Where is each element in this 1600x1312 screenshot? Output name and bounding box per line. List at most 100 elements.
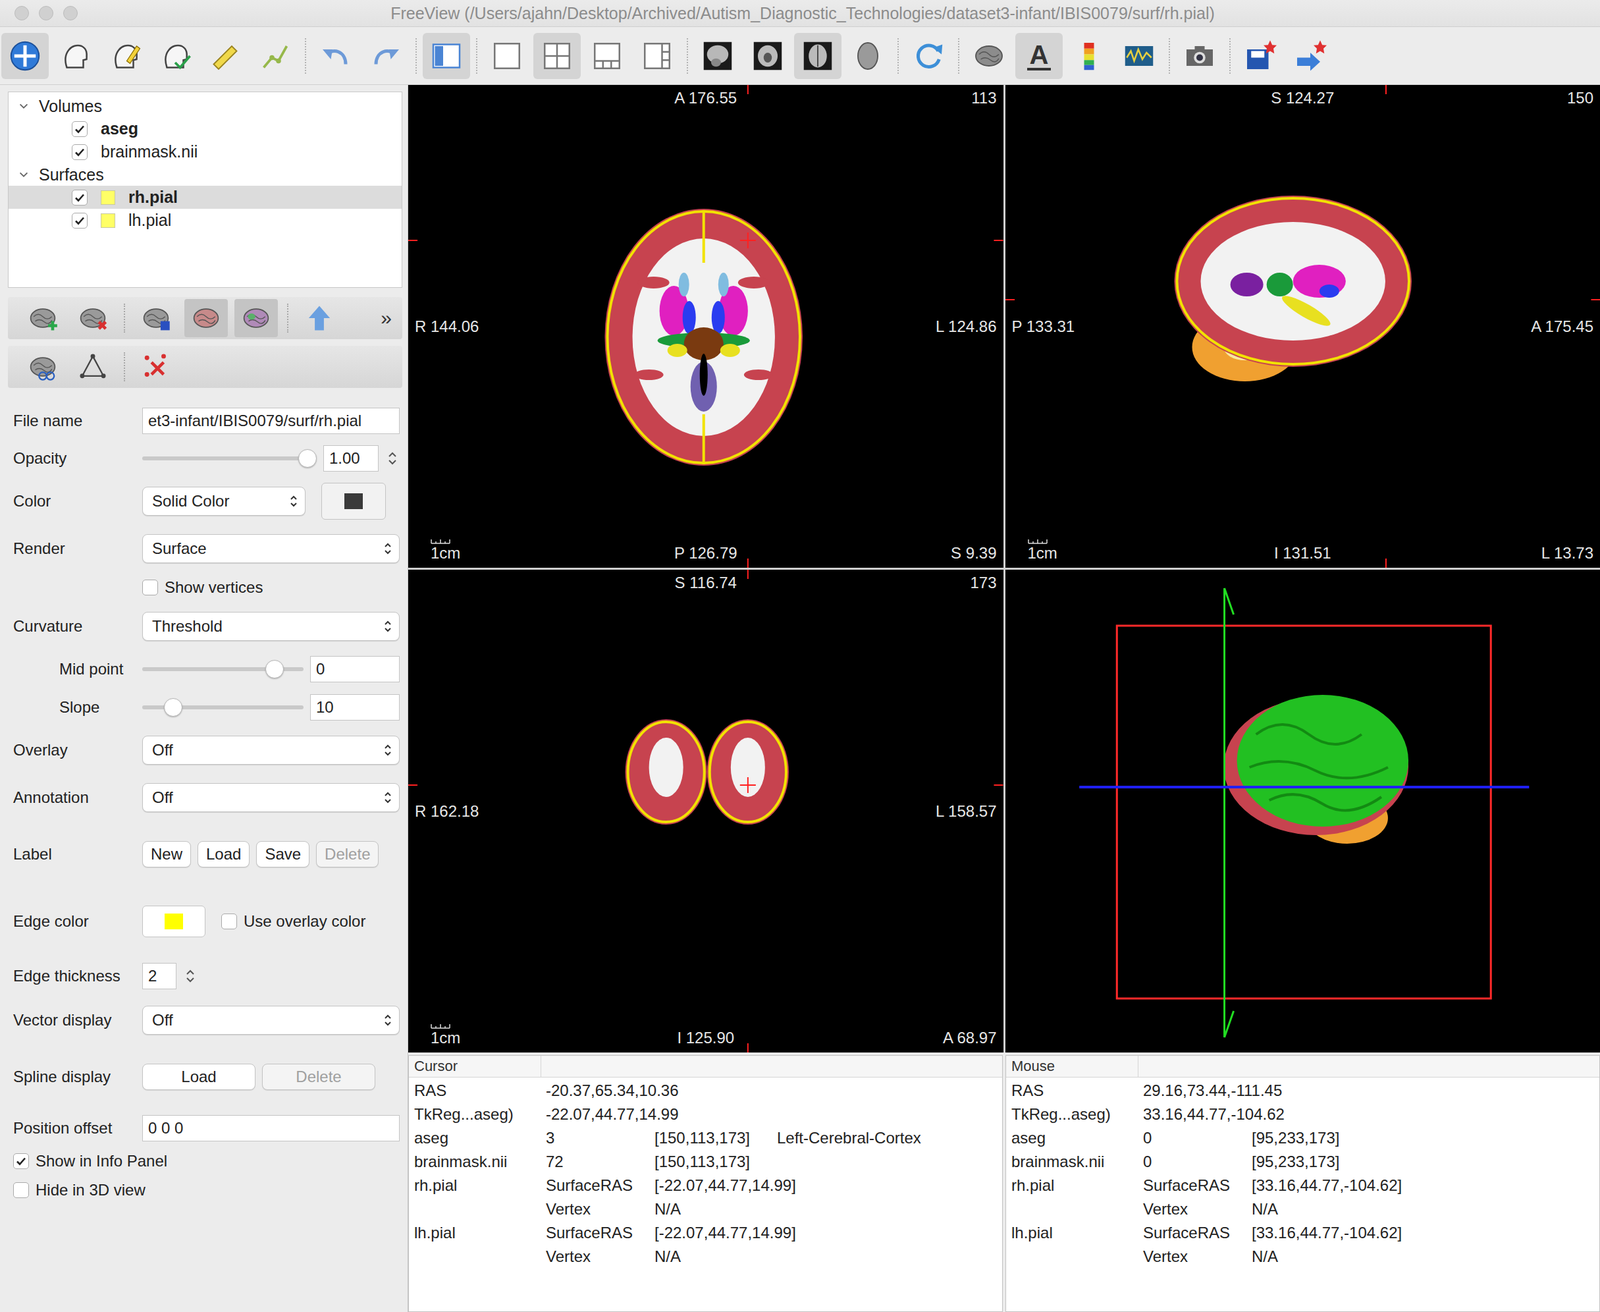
dropdown[interactable]: Off (142, 1005, 400, 1035)
toolbar-button[interactable] (965, 32, 1013, 80)
slice-canvas[interactable] (408, 84, 1004, 568)
toolbar-button[interactable] (51, 32, 99, 80)
layer-item[interactable]: lh.pial (8, 208, 402, 232)
toolbar-button[interactable] (693, 32, 742, 80)
checkbox[interactable] (71, 144, 88, 160)
info-cell: SurfaceRAS (540, 1173, 650, 1198)
checkbox[interactable] (71, 212, 88, 229)
toolbar-button[interactable] (533, 32, 581, 80)
text-field[interactable]: et3-infant/IBIS0079/surf/rh.pial (142, 407, 400, 434)
value-field[interactable]: 1.00 (323, 445, 379, 472)
value-field[interactable]: 0 (310, 655, 400, 683)
layer-tool-button[interactable] (134, 298, 178, 338)
layer-item[interactable]: brainmask.nii (8, 140, 402, 164)
sagittal-view[interactable]: S 124.27150P 133.31A 175.45I 131.51L 13.… (1005, 84, 1600, 568)
toolbar-button[interactable]: A (1015, 32, 1063, 80)
layer-group[interactable]: Volumes (8, 94, 402, 118)
dropdown[interactable]: Off (142, 782, 400, 812)
checkbox[interactable] (71, 189, 88, 206)
layer-group[interactable]: Surfaces (8, 163, 402, 186)
triangle-icon (77, 351, 108, 382)
push-button[interactable]: Load (197, 840, 250, 868)
layer-tool-button[interactable] (21, 298, 65, 338)
toolbar-button[interactable] (1286, 32, 1334, 80)
spin-buttons[interactable] (183, 962, 198, 989)
toolbar-button[interactable] (1175, 32, 1224, 80)
3d-view[interactable] (1005, 569, 1600, 1053)
toolbar-button[interactable] (794, 32, 842, 80)
close-button[interactable] (14, 5, 29, 21)
toolbar-button[interactable] (904, 32, 953, 80)
checkbox[interactable] (71, 121, 88, 137)
toolbar-button[interactable] (583, 32, 631, 80)
checkbox[interactable] (13, 1152, 29, 1169)
toolbar-button[interactable] (1236, 32, 1284, 80)
layer-tool-button[interactable] (71, 298, 115, 338)
slider-thumb[interactable] (265, 659, 284, 679)
push-button[interactable]: Load (142, 1063, 256, 1090)
toolbar-button[interactable] (844, 32, 892, 80)
toolbar-button[interactable] (633, 32, 681, 80)
layer-tool-button[interactable] (21, 347, 65, 386)
expand-icon[interactable] (17, 168, 30, 181)
slider[interactable] (142, 659, 304, 679)
toolbar-button[interactable] (312, 32, 360, 80)
slice-canvas[interactable] (1005, 569, 1600, 1053)
slice-canvas[interactable] (408, 569, 1004, 1053)
info-cell: Vertex (540, 1197, 650, 1221)
toolbar-button[interactable] (362, 32, 410, 80)
more-button[interactable]: » (380, 306, 396, 330)
layer-item[interactable]: rh.pial (8, 185, 402, 209)
zoom-button[interactable] (63, 5, 78, 21)
text-field[interactable]: 0 0 0 (142, 1114, 400, 1142)
brain-pink-icon (190, 302, 222, 334)
toolbar-button[interactable] (101, 32, 149, 80)
mri-cor-icon (751, 39, 785, 73)
slider[interactable] (142, 697, 304, 718)
slider-thumb[interactable] (163, 697, 183, 717)
minimize-button[interactable] (38, 5, 54, 21)
toolbar-button[interactable] (483, 32, 531, 80)
push-button[interactable]: Save (256, 840, 310, 868)
toolbar-button[interactable] (151, 32, 199, 80)
info-cell: N/A (1246, 1244, 1600, 1269)
toolbar-button[interactable] (251, 32, 299, 80)
checkbox[interactable] (221, 913, 238, 930)
toolbar-button[interactable] (1, 32, 49, 80)
coronal-view[interactable]: S 116.74173R 162.18L 158.57I 125.90A 68.… (408, 569, 1004, 1053)
spin-buttons[interactable] (385, 445, 400, 472)
dropdown[interactable]: Threshold (142, 611, 400, 641)
slice-canvas[interactable] (1005, 84, 1600, 568)
dropdown[interactable]: Off (142, 735, 400, 765)
dropdown[interactable]: Surface (142, 533, 400, 563)
layer-tool-button[interactable] (71, 347, 115, 386)
color-button[interactable] (321, 482, 386, 520)
spin-field[interactable]: 2 (142, 962, 177, 989)
value-field[interactable]: 10 (310, 693, 400, 721)
color-button[interactable] (142, 905, 206, 937)
layer-tool-button[interactable] (134, 347, 178, 386)
toolbar-button[interactable] (201, 32, 249, 80)
toolbar: A (0, 26, 1600, 85)
slider-thumb[interactable] (298, 449, 317, 468)
layer-item[interactable]: aseg (8, 117, 402, 141)
toolbar-button[interactable] (1115, 32, 1163, 80)
layer-tool-button[interactable] (297, 298, 342, 338)
toolbar-separator (123, 303, 126, 333)
toolbar-button[interactable] (422, 32, 471, 80)
layer-tool-button[interactable] (234, 298, 278, 338)
axial-view[interactable]: A 176.55113R 144.06L 124.86P 126.79S 9.3… (408, 84, 1004, 568)
info-cell: N/A (1246, 1197, 1600, 1221)
expand-icon[interactable] (17, 100, 30, 112)
toolbar-button[interactable] (744, 32, 792, 80)
info-cell (1006, 1244, 1138, 1269)
info-cell: SurfaceRAS (1137, 1220, 1247, 1245)
push-button[interactable]: New (142, 840, 191, 868)
dropdown[interactable]: Solid Color (142, 486, 306, 516)
checkbox[interactable] (142, 579, 159, 596)
slice-number: 113 (971, 88, 997, 108)
layer-tool-button[interactable] (184, 298, 228, 338)
slider[interactable] (142, 448, 317, 469)
checkbox[interactable] (13, 1181, 29, 1198)
toolbar-button[interactable] (1065, 32, 1113, 80)
